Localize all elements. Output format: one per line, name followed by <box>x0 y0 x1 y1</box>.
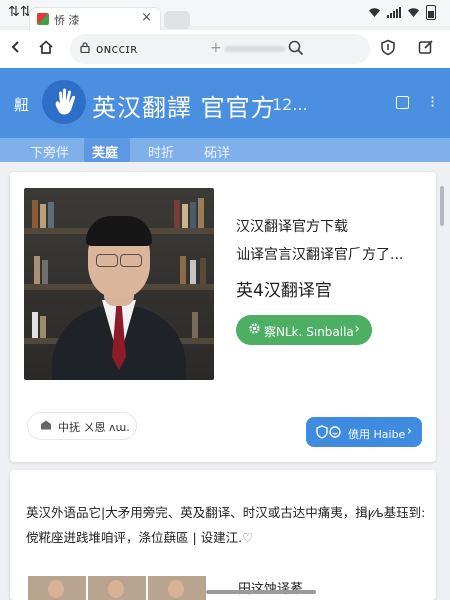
status-bar: ⇅⇅ 㤭 漆 × <box>0 0 450 30</box>
new-tab-ghost[interactable] <box>164 11 190 29</box>
status-icons <box>368 5 436 20</box>
category-tag-label: 中抚 ㄨ恩 ᴧɯ. <box>58 421 130 434</box>
gear-icon <box>249 323 260 334</box>
battery-icon <box>426 5 436 20</box>
browser-toolbar: ᴏɴccɪʀ + <box>0 30 450 68</box>
browser-tab-title: 㤭 漆 <box>54 14 80 27</box>
thumbnail[interactable] <box>28 576 86 600</box>
status-left-glyph: ⇅⇅ <box>8 4 32 20</box>
shield-icon[interactable] <box>378 39 398 60</box>
hair <box>86 216 152 246</box>
square-icon[interactable] <box>396 96 409 109</box>
chevron-right-icon: › <box>354 321 360 337</box>
hand-icon <box>55 88 76 115</box>
app-card: 汉汉翻译官方下载 讪译宫言汉翻译官⺁方了... 英4汉翻译官 察NLk. Sın… <box>10 172 436 462</box>
url-blurred-segment <box>225 46 285 52</box>
wifi-icon-2 <box>408 8 419 17</box>
app-subtitle: 讪译宫言汉翻译官⺁方了... <box>236 247 404 263</box>
tag-icon <box>41 420 51 430</box>
favicon-icon <box>37 13 49 25</box>
description-text: 英汉外语品它|大矛用旁完、英及翻译、时汉或古达中痛夷，揖ꝩ⁄ь基珏到: 傥糀座迸… <box>26 505 426 545</box>
url-text: ᴏɴccɪʀ <box>96 42 138 56</box>
app-banner: 䶊 英汉翻譯 官官方 12... ⁝ <box>0 68 450 138</box>
lock-icon <box>80 42 90 53</box>
app-title-number: 12... <box>272 95 308 114</box>
download-button-label: 察NLk. Sınballa <box>264 325 354 339</box>
category-tag[interactable]: 中抚 ㄨ恩 ᴧɯ. <box>28 413 136 439</box>
description-card: 英汉外语品它|大矛用旁完、英及翻译、时汉或古达中痛夷，揖ꝩ⁄ь基珏到: 傥糀座迸… <box>10 470 436 600</box>
address-bar[interactable]: ᴏɴccɪʀ + <box>70 34 370 64</box>
thumbnail[interactable] <box>148 576 206 600</box>
bottom-label: 田这蚀译莃 <box>238 578 303 597</box>
home-icon[interactable] <box>36 39 56 59</box>
browser-tab[interactable]: 㤭 漆 × <box>30 8 160 30</box>
home-indicator[interactable] <box>206 590 316 594</box>
use-button-label: 偾用 Haibe <box>348 428 406 441</box>
app-name: 汉汉翻译官方下载 <box>236 219 348 235</box>
chevron-right-icon: › <box>406 424 412 439</box>
tab-4[interactable]: 砳详 <box>204 142 230 161</box>
nav-tabs: 下旁伴 芙庭 时折 砳详 <box>0 138 450 162</box>
edit-icon[interactable] <box>416 39 436 59</box>
tab-1[interactable]: 下旁伴 <box>30 142 69 161</box>
heart-icon[interactable]: ♡ <box>242 530 253 545</box>
app-brand: 英4汉翻译官 <box>236 281 332 301</box>
signal-icon <box>387 7 401 18</box>
search-icon[interactable] <box>288 40 304 56</box>
profile-photo <box>24 188 214 380</box>
thumbnail[interactable] <box>88 576 146 600</box>
app-title: 英汉翻譯 官官方 <box>92 94 276 122</box>
scrollbar[interactable] <box>440 186 444 226</box>
app-logo <box>42 80 86 124</box>
tab-3[interactable]: 时折 <box>148 142 174 161</box>
tab-2[interactable]: 芙庭 <box>92 142 118 161</box>
more-icon[interactable]: ⁝ <box>430 92 435 111</box>
plus-icon: + <box>210 40 222 56</box>
use-button[interactable]: 偾用 Haibe › <box>306 417 422 447</box>
shield-smile-icon <box>316 425 342 442</box>
wifi-icon <box>369 8 380 17</box>
close-icon[interactable]: × <box>141 10 152 25</box>
back-icon[interactable] <box>6 39 26 59</box>
download-button[interactable]: 察NLk. Sınballa › <box>236 315 372 345</box>
banner-left-text: 䶊 <box>14 96 30 114</box>
